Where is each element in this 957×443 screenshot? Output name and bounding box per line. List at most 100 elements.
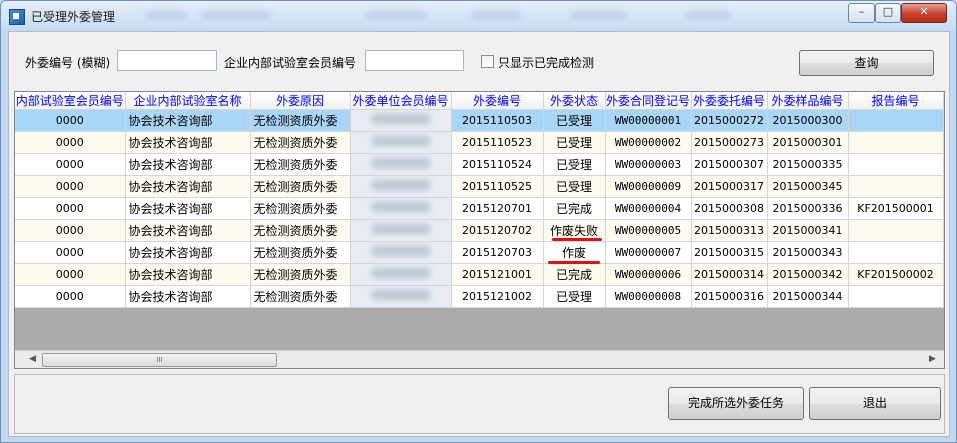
outsource-number-input[interactable] (117, 50, 217, 71)
table-cell[interactable] (848, 153, 944, 176)
table-cell[interactable]: 2015120702 (451, 219, 544, 242)
table-cell[interactable]: 2015121001 (451, 263, 544, 286)
column-header[interactable]: 外委单位会员编号 (350, 92, 452, 110)
table-cell[interactable]: 2015110524 (451, 153, 544, 176)
table-cell[interactable]: 无检测资质外委 (250, 241, 351, 264)
table-row[interactable]: 0000 协会技术咨询部 无检测资质外委 2015110503 已受理 WW0000000… (15, 109, 944, 132)
table-cell[interactable] (350, 153, 452, 176)
close-button[interactable]: ✕ (901, 3, 947, 23)
table-cell[interactable]: 已受理 (543, 153, 606, 176)
table-cell[interactable]: 2015120703 (451, 241, 544, 264)
table-cell[interactable]: 0000 (15, 109, 126, 132)
completed-only-checkbox[interactable] (481, 55, 494, 68)
table-cell[interactable] (350, 285, 452, 308)
table-cell[interactable]: 无检测资质外委 (250, 285, 351, 308)
table-cell[interactable] (350, 263, 452, 286)
table-cell[interactable]: 2015000336 (767, 197, 849, 220)
table-row[interactable]: 0000 协会技术咨询部 无检测资质外委 2015110523 已受理 WW0000000… (15, 131, 944, 154)
table-cell[interactable] (350, 197, 452, 220)
table-cell[interactable] (350, 219, 452, 242)
table-cell[interactable]: 0000 (15, 153, 126, 176)
table-cell[interactable]: WW00000004 (605, 197, 692, 220)
table-cell[interactable]: 2015000315 (691, 241, 768, 264)
table-cell[interactable]: 无检测资质外委 (250, 197, 351, 220)
table-cell[interactable]: 无检测资质外委 (250, 153, 351, 176)
table-cell[interactable]: WW00000002 (605, 131, 692, 154)
table-row[interactable]: 0000 协会技术咨询部 无检测资质外委 2015121001 已完成 WW0000000… (15, 263, 944, 286)
member-number-input[interactable] (365, 50, 464, 71)
table-row[interactable]: 0000 协会技术咨询部 无检测资质外委 2015110524 已受理 WW0000000… (15, 153, 944, 176)
table-cell[interactable]: 2015110525 (451, 175, 544, 198)
table-cell[interactable]: 2015000313 (691, 219, 768, 242)
table-cell[interactable]: WW00000008 (605, 285, 692, 308)
table-cell[interactable]: 2015000307 (691, 153, 768, 176)
table-cell[interactable]: 已完成 (543, 263, 606, 286)
table-cell[interactable]: WW00000003 (605, 153, 692, 176)
horizontal-scrollbar[interactable]: ◀ III ▶ (15, 350, 944, 368)
table-cell[interactable]: 2015000301 (767, 131, 849, 154)
table-cell[interactable]: 2015000316 (691, 285, 768, 308)
table-cell[interactable]: 0000 (15, 263, 126, 286)
table-cell[interactable]: 协会技术咨询部 (125, 109, 251, 132)
table-row[interactable]: 0000 协会技术咨询部 无检测资质外委 2015120701 已完成 WW0000000… (15, 197, 944, 220)
table-cell[interactable]: 2015000273 (691, 131, 768, 154)
query-button[interactable]: 查询 (799, 50, 934, 76)
table-cell[interactable]: 协会技术咨询部 (125, 263, 251, 286)
table-cell[interactable] (848, 285, 944, 308)
scroll-left-icon[interactable]: ◀ (29, 354, 36, 364)
table-cell[interactable] (848, 241, 944, 264)
table-cell[interactable] (350, 109, 452, 132)
table-cell[interactable]: WW00000009 (605, 175, 692, 198)
column-header[interactable]: 外委状态 (543, 92, 606, 110)
table-cell[interactable]: WW00000007 (605, 241, 692, 264)
table-cell[interactable]: 2015000335 (767, 153, 849, 176)
table-cell[interactable] (848, 109, 944, 132)
table-cell[interactable]: 协会技术咨询部 (125, 241, 251, 264)
table-cell[interactable]: 协会技术咨询部 (125, 285, 251, 308)
table-cell[interactable]: 无检测资质外委 (250, 175, 351, 198)
table-cell[interactable]: 2015000344 (767, 285, 849, 308)
table-cell[interactable]: 2015000272 (691, 109, 768, 132)
column-header[interactable]: 外委原因 (250, 92, 351, 110)
column-header[interactable]: 内部试验室会员编号 (15, 92, 126, 110)
table-cell[interactable]: KF201500002 (848, 263, 944, 286)
maximize-button[interactable]: □ (875, 3, 901, 23)
table-cell[interactable]: 2015121002 (451, 285, 544, 308)
table-cell[interactable] (848, 175, 944, 198)
table-cell[interactable]: 协会技术咨询部 (125, 175, 251, 198)
table-cell[interactable]: 2015120701 (451, 197, 544, 220)
table-row[interactable]: 0000 协会技术咨询部 无检测资质外委 2015110525 已受理 WW0000000… (15, 175, 944, 198)
table-cell[interactable]: 2015000343 (767, 241, 849, 264)
table-cell[interactable]: 2015000317 (691, 175, 768, 198)
table-row[interactable]: 0000 协会技术咨询部 无检测资质外委 2015121002 已受理 WW0000000… (15, 285, 944, 308)
table-cell[interactable]: 0000 (15, 175, 126, 198)
table-cell[interactable] (350, 241, 452, 264)
table-cell[interactable]: KF201500001 (848, 197, 944, 220)
table-cell[interactable]: 协会技术咨询部 (125, 153, 251, 176)
table-cell[interactable]: 协会技术咨询部 (125, 219, 251, 242)
table-cell[interactable]: 协会技术咨询部 (125, 197, 251, 220)
table-cell[interactable]: WW00000006 (605, 263, 692, 286)
table-cell[interactable]: 协会技术咨询部 (125, 131, 251, 154)
table-cell[interactable]: 2015000341 (767, 219, 849, 242)
table-cell[interactable]: 已完成 (543, 197, 606, 220)
table-cell[interactable]: 2015000308 (691, 197, 768, 220)
exit-button[interactable]: 退出 (809, 387, 941, 420)
table-cell[interactable]: 2015110503 (451, 109, 544, 132)
column-header[interactable]: 外委委托编号 (691, 92, 768, 110)
table-cell[interactable]: 0000 (15, 131, 126, 154)
table-cell[interactable]: 0000 (15, 241, 126, 264)
column-header[interactable]: 外委样品编号 (767, 92, 849, 110)
table-cell[interactable]: 无检测资质外委 (250, 131, 351, 154)
column-header[interactable]: 报告编号 (848, 92, 944, 110)
table-cell[interactable]: 无检测资质外委 (250, 263, 351, 286)
scroll-thumb[interactable]: III (42, 353, 277, 367)
table-row[interactable]: 0000 协会技术咨询部 无检测资质外委 2015120702 作废失败 WW000000… (15, 219, 944, 242)
table-cell[interactable]: 0000 (15, 285, 126, 308)
minimize-button[interactable]: – (848, 3, 875, 23)
table-cell[interactable]: 无检测资质外委 (250, 219, 351, 242)
column-header[interactable]: 外委编号 (451, 92, 544, 110)
table-cell[interactable]: 已受理 (543, 109, 606, 132)
complete-selected-button[interactable]: 完成所选外委任务 (668, 387, 804, 420)
table-cell[interactable]: 2015000345 (767, 175, 849, 198)
